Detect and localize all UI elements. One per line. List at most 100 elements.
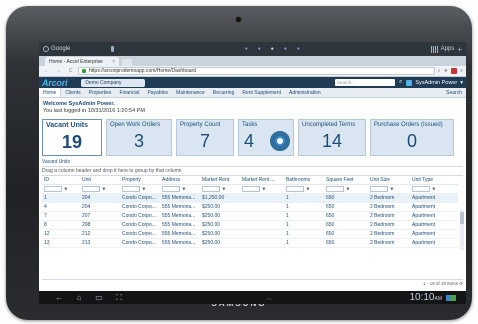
filter-input[interactable] <box>412 185 430 192</box>
google-search[interactable]: Google <box>43 46 99 52</box>
menu-maintenance[interactable]: Maintenance <box>172 88 209 97</box>
tile-vacant-units[interactable]: Vacant Units 19 <box>42 118 102 156</box>
zoom-icon[interactable]: ⌕ <box>438 68 441 74</box>
column-header[interactable]: Square Feet <box>324 175 368 185</box>
table-cell: 8 <box>42 220 80 231</box>
tile-property-count[interactable]: Property Count 7 <box>176 118 234 156</box>
column-header[interactable]: Property <box>120 175 160 185</box>
filter-input[interactable] <box>242 185 260 192</box>
lock-icon <box>82 69 86 73</box>
filter-icon[interactable]: ▼ <box>431 186 436 192</box>
back-icon[interactable]: ← <box>49 293 69 302</box>
back-icon[interactable]: ← <box>42 68 51 74</box>
scrollbar-thumb[interactable] <box>460 212 464 224</box>
filter-input[interactable] <box>162 185 180 192</box>
table-cell <box>240 220 284 231</box>
menu-payables[interactable]: Payables <box>143 88 172 97</box>
filter-icon[interactable]: ▼ <box>261 186 266 192</box>
filter-input[interactable] <box>326 185 344 192</box>
user-menu[interactable]: SysAdmin Power ▾ <box>406 79 463 86</box>
filter-input[interactable] <box>122 185 140 192</box>
menu-icon[interactable]: ≡ <box>460 68 463 74</box>
apps-button[interactable]: Apps <box>430 45 454 53</box>
table-row[interactable]: 1 204 Condo Corpo... 555 Memoria... $1,250.0… <box>42 193 458 204</box>
menu-clients[interactable]: Clients <box>61 88 84 97</box>
column-header[interactable]: Unit Size <box>368 175 410 185</box>
filter-icon[interactable]: ▼ <box>181 186 186 192</box>
close-tab-icon[interactable]: × <box>112 59 115 65</box>
menu-financial[interactable]: Financial <box>115 88 143 97</box>
column-header[interactable]: ID <box>42 175 80 185</box>
forward-icon[interactable]: → <box>54 68 63 74</box>
column-header[interactable]: Unit <box>80 175 120 185</box>
table-cell: 650 <box>324 202 368 213</box>
tile-open-work-orders[interactable]: Open Work Orders 3 <box>106 118 172 156</box>
recent-apps-icon[interactable]: ▭ <box>89 293 109 302</box>
welcome-message: Welcome SysAdmin Power. You last logged … <box>39 98 466 117</box>
menu-administration[interactable]: Administration <box>285 88 325 97</box>
new-tab-button[interactable] <box>122 59 132 66</box>
company-selector[interactable]: Demo Company <box>81 78 146 87</box>
column-header[interactable]: Address <box>160 175 200 185</box>
filter-input[interactable] <box>286 185 304 192</box>
app-search-input[interactable]: Search... <box>334 79 395 86</box>
filter-input[interactable] <box>44 185 62 192</box>
user-name: SysAdmin Power <box>415 79 458 86</box>
home-icon[interactable]: ⌂ <box>69 293 89 302</box>
filter-icon[interactable]: ▼ <box>389 186 394 192</box>
table-row[interactable]: 8 208 Condo Corpo... 555 Memoria... $250.00 1… <box>42 220 458 231</box>
tile-value: 0 <box>406 130 417 151</box>
filter-icon[interactable]: ▼ <box>101 186 106 192</box>
table-row[interactable]: 13 213 Condo Corpo... 555 Memoria... $250.00… <box>42 238 458 249</box>
browser-tab[interactable]: Home - Accel Enterprise × <box>45 57 119 66</box>
address-bar[interactable]: https://arcoriprodemoapp.com/Home/Dashbo… <box>78 67 435 75</box>
table-row[interactable]: 7 207 Condo Corpo... 555 Memoria... $250.00 1… <box>42 211 458 222</box>
table-cell: 1 <box>284 193 324 204</box>
tile-purchase-orders[interactable]: Purchase Orders (Issued) 0 <box>370 118 454 156</box>
reload-icon[interactable]: C <box>66 68 75 74</box>
menu-properties[interactable]: Properties <box>85 88 116 97</box>
column-header[interactable]: Market Rent ... <box>240 175 284 185</box>
tile-label: Open Work Orders <box>110 121 161 128</box>
refresh-icon[interactable]: ⟳ <box>459 281 463 286</box>
camera-icon <box>236 17 241 22</box>
menu-home[interactable]: Home <box>39 88 62 97</box>
table-row[interactable]: 12 212 Condo Corpo... 555 Memoria... $250.00… <box>42 229 458 240</box>
signal-icon <box>446 294 456 301</box>
menu-search[interactable]: Search <box>446 90 466 96</box>
clock-time: 10:10 <box>409 292 435 303</box>
filter-icon[interactable]: ▼ <box>221 186 226 192</box>
tile-label: Tasks <box>242 121 258 128</box>
column-header[interactable]: Bathrooms <box>284 175 324 185</box>
table-cell: $250.00 <box>200 238 240 249</box>
filter-input[interactable] <box>202 185 220 192</box>
filter-icon[interactable]: ▼ <box>305 186 310 192</box>
filter-icon[interactable]: ▼ <box>141 186 146 192</box>
app-logo[interactable]: Arcori <box>42 78 68 88</box>
tile-uncompleted-terms[interactable]: Uncompleted Terms 14 <box>298 118 366 156</box>
tab-title: Home - Accel Enterprise <box>49 58 103 65</box>
table-row[interactable]: 4 204 Condo Corpo... 555 Memoria... $250.00 1… <box>42 202 458 213</box>
filter-icon[interactable]: ▼ <box>63 186 68 192</box>
table-cell <box>240 193 284 204</box>
add-icon[interactable]: + <box>457 45 462 54</box>
filter-input[interactable] <box>370 185 388 192</box>
table-cell: 1 <box>284 211 324 222</box>
screenshot-icon[interactable]: ⛶ <box>109 293 129 303</box>
avatar <box>406 79 413 86</box>
chevron-up-icon[interactable]: ︿ <box>129 293 409 302</box>
column-header[interactable]: Market Rent <box>200 175 240 185</box>
menu-recurring[interactable]: Recurring <box>209 88 239 97</box>
extension-icon[interactable] <box>451 68 458 74</box>
grid-scrollbar[interactable] <box>460 210 464 250</box>
column-header[interactable]: Unit Type <box>410 175 458 185</box>
star-icon[interactable]: ★ <box>444 68 448 74</box>
filter-icon[interactable]: ▼ <box>345 186 350 192</box>
search-icon[interactable]: ⌕ <box>399 79 402 86</box>
menu-rent-supplement[interactable]: Rent Supplement <box>238 88 285 97</box>
tile-tasks[interactable]: Tasks 4 <box>238 118 294 156</box>
android-nav-bar: ← ⌂ ▭ ⛶ ︿ 10:10AM <box>39 291 466 304</box>
filter-row: ▼ ▼ ▼ ▼ ▼ ▼ ▼ ▼ ▼ ▼ <box>42 184 458 195</box>
filter-input[interactable] <box>82 185 100 192</box>
tile-label: Purchase Orders (Issued) <box>374 121 443 128</box>
